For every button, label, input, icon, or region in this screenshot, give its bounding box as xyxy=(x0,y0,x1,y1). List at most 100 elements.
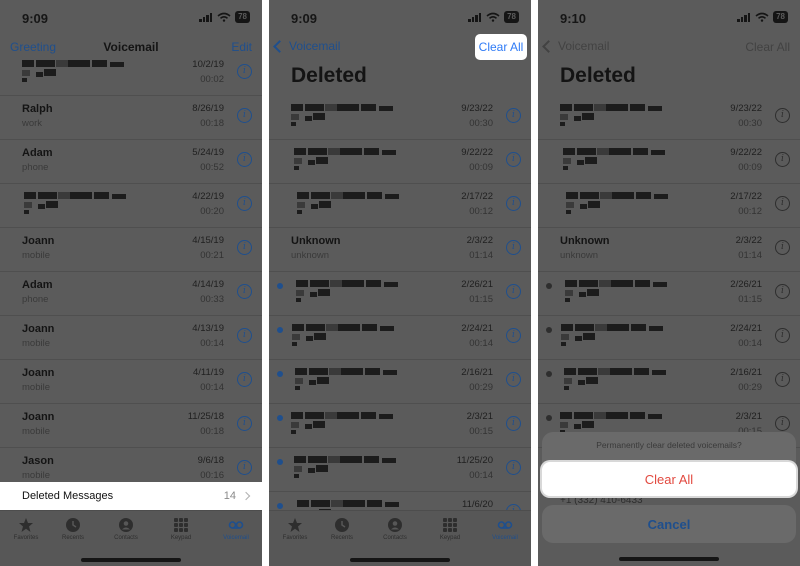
tab-label: Contacts xyxy=(114,535,138,541)
voicemail-row[interactable]: Ralph work 8/26/19 00:18 i xyxy=(0,96,262,140)
signal-icon xyxy=(199,12,213,22)
info-icon[interactable]: i xyxy=(506,460,521,475)
tab-contacts[interactable]: Contacts xyxy=(369,517,421,541)
info-icon[interactable]: i xyxy=(775,108,790,123)
info-icon[interactable]: i xyxy=(506,328,521,343)
voicemail-row[interactable]: 9/23/22 00:30 i xyxy=(269,96,531,140)
info-icon[interactable]: i xyxy=(237,416,252,431)
info-icon[interactable]: i xyxy=(775,196,790,211)
voicemail-date: 2/26/21 xyxy=(730,279,762,290)
info-icon[interactable]: i xyxy=(237,152,252,167)
voicemail-row[interactable]: 2/26/21 01:15 i xyxy=(538,272,800,316)
voicemail-row[interactable]: Joann mobile 4/11/19 00:14 i xyxy=(0,360,262,404)
voicemail-row[interactable]: Joann mobile 4/13/19 00:14 i xyxy=(0,316,262,360)
info-icon[interactable]: i xyxy=(775,372,790,387)
caller-name: Adam xyxy=(22,279,53,291)
voicemail-date: 10/2/19 xyxy=(192,59,224,70)
voicemail-row[interactable]: 2/16/21 00:29 i xyxy=(269,360,531,404)
tab-recents[interactable]: Recents xyxy=(47,517,99,541)
tab-label: Keypad xyxy=(170,535,192,541)
voicemail-row[interactable]: 9/22/22 00:09 i xyxy=(538,140,800,184)
tab-keypad[interactable]: Keypad xyxy=(155,517,207,541)
info-icon[interactable]: i xyxy=(237,284,252,299)
voicemail-duration: 00:18 xyxy=(200,426,224,437)
tab-voicemail[interactable]: Voicemail xyxy=(479,517,531,541)
voicemail-icon xyxy=(497,517,513,533)
tab-voicemail[interactable]: Voicemail xyxy=(210,517,262,541)
back-label: Voicemail xyxy=(558,39,610,53)
tab-favorites[interactable]: Favorites xyxy=(0,517,52,541)
voicemail-duration: 00:02 xyxy=(200,74,224,85)
voicemail-duration: 00:14 xyxy=(469,338,493,349)
info-icon[interactable]: i xyxy=(237,108,252,123)
info-icon[interactable]: i xyxy=(506,152,521,167)
info-icon[interactable]: i xyxy=(506,240,521,255)
back-button[interactable]: Voicemail xyxy=(273,39,340,53)
voicemail-row[interactable]: 9/22/22 00:09 i xyxy=(269,140,531,184)
info-icon[interactable]: i xyxy=(775,240,790,255)
cancel-button[interactable]: Cancel xyxy=(542,505,796,543)
voicemail-row[interactable]: Joann mobile 11/25/18 00:18 i xyxy=(0,404,262,448)
caller-label: unknown xyxy=(560,250,599,261)
info-icon[interactable]: i xyxy=(775,416,790,431)
voicemail-row[interactable]: 2/17/22 00:12 i xyxy=(538,184,800,228)
voicemail-row[interactable]: 4/22/19 00:20 i xyxy=(0,184,262,228)
unread-dot xyxy=(277,459,283,465)
voicemail-row[interactable]: 2/24/21 00:14 i xyxy=(538,316,800,360)
caller-label: mobile xyxy=(22,338,50,349)
voicemail-duration: 00:09 xyxy=(738,162,762,173)
voicemail-row[interactable]: 2/16/21 00:29 i xyxy=(538,360,800,404)
voicemail-duration: 00:14 xyxy=(469,470,493,481)
clear-all-nav-button[interactable]: Clear All xyxy=(745,40,790,54)
action-sheet-message: Permanently clear deleted voicemails? xyxy=(596,440,742,450)
info-icon[interactable]: i xyxy=(506,416,521,431)
info-icon[interactable]: i xyxy=(237,240,252,255)
voicemail-row[interactable]: 11/25/20 00:14 i xyxy=(269,448,531,492)
voicemail-row[interactable]: 2/17/22 00:12 i xyxy=(269,184,531,228)
voicemail-duration: 01:15 xyxy=(738,294,762,305)
info-icon[interactable]: i xyxy=(775,152,790,167)
voicemail-date: 2/3/21 xyxy=(466,411,493,422)
voicemail-duration: 00:14 xyxy=(200,382,224,393)
voicemail-row[interactable]: Adam phone 5/24/19 00:52 i xyxy=(0,140,262,184)
info-icon[interactable]: i xyxy=(775,284,790,299)
info-icon[interactable]: i xyxy=(506,372,521,387)
voicemail-duration: 00:12 xyxy=(738,206,762,217)
tab-favorites[interactable]: Favorites xyxy=(269,517,321,541)
tab-contacts[interactable]: Contacts xyxy=(100,517,152,541)
deleted-messages-label: Deleted Messages xyxy=(22,490,114,502)
voicemail-row[interactable]: 2/24/21 00:14 i xyxy=(269,316,531,360)
voicemail-row[interactable]: 9/23/22 00:30 i xyxy=(538,96,800,140)
tab-keypad[interactable]: Keypad xyxy=(424,517,476,541)
caller-name: Joann xyxy=(22,323,55,335)
clear-all-button[interactable]: Clear All xyxy=(475,34,527,60)
voicemail-row[interactable]: Adam phone 4/14/19 00:33 i xyxy=(0,272,262,316)
tab-label: Contacts xyxy=(383,535,407,541)
info-icon[interactable]: i xyxy=(237,328,252,343)
tab-bar: Favorites Recents Contacts Keypad Voicemail xyxy=(0,510,262,566)
info-icon[interactable]: i xyxy=(237,460,252,475)
confirm-clear-all-button[interactable]: Clear All xyxy=(542,462,796,496)
info-icon[interactable]: i xyxy=(237,196,252,211)
home-indicator xyxy=(81,558,181,562)
unread-dot xyxy=(277,371,283,377)
voicemail-date: 2/3/22 xyxy=(466,235,493,246)
voicemail-row[interactable]: Unknown unknown 2/3/22 01:14 i xyxy=(269,228,531,272)
deleted-messages-row[interactable]: Deleted Messages 14 xyxy=(0,482,262,510)
voicemail-row[interactable]: 10/2/19 00:02 i xyxy=(0,52,262,96)
info-icon[interactable]: i xyxy=(506,108,521,123)
voicemail-row[interactable]: Unknown unknown 2/3/22 01:14 i xyxy=(538,228,800,272)
caller-label: mobile xyxy=(22,382,50,393)
info-icon[interactable]: i xyxy=(775,328,790,343)
voicemail-row[interactable]: Joann mobile 4/15/19 00:21 i xyxy=(0,228,262,272)
info-icon[interactable]: i xyxy=(506,196,521,211)
voicemail-row[interactable]: 2/26/21 01:15 i xyxy=(269,272,531,316)
info-icon[interactable]: i xyxy=(237,64,252,79)
voicemail-date: 2/24/21 xyxy=(730,323,762,334)
tab-recents[interactable]: Recents xyxy=(316,517,368,541)
back-button[interactable]: Voicemail xyxy=(542,39,610,53)
voicemail-row[interactable]: 2/3/21 00:15 i xyxy=(269,404,531,448)
info-icon[interactable]: i xyxy=(506,284,521,299)
info-icon[interactable]: i xyxy=(237,372,252,387)
wifi-icon xyxy=(755,12,769,22)
